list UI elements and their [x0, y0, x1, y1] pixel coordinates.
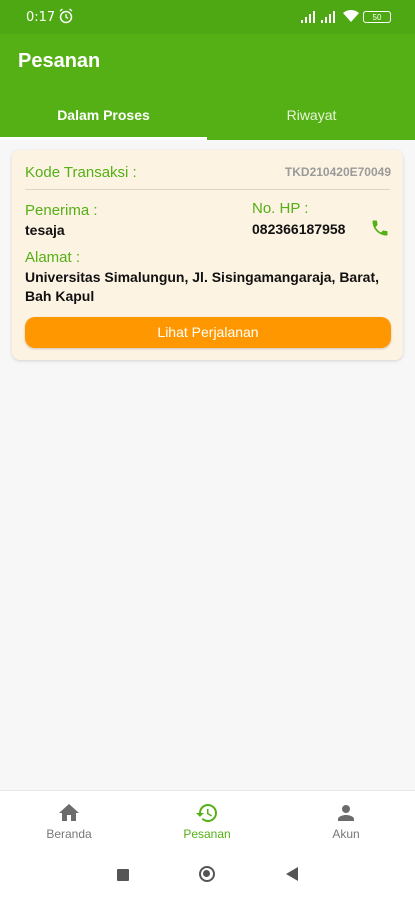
battery-icon: 50	[363, 11, 391, 23]
tab-bar: Dalam Proses Riwayat	[0, 98, 415, 140]
transaction-code-value: TKD210420E70049	[284, 165, 391, 179]
divider	[25, 189, 390, 190]
phone-label: No. HP :	[252, 200, 309, 217]
nav-item-beranda[interactable]: Beranda	[0, 791, 138, 853]
page-title: Pesanan	[18, 50, 101, 72]
transaction-code-label: Kode Transaksi :	[25, 164, 137, 181]
signal-icon	[321, 11, 335, 23]
phone-icon[interactable]	[370, 218, 390, 238]
app-bar: Pesanan Dalam Proses Riwayat	[0, 34, 415, 140]
view-trip-button[interactable]: Lihat Perjalanan	[25, 317, 391, 348]
status-bar: 0:17 50	[0, 0, 415, 34]
recipient-value: tesaja	[25, 222, 65, 238]
nav-label: Beranda	[46, 827, 92, 841]
system-navigation-bar	[0, 852, 415, 900]
phone-value: 082366187958	[252, 221, 346, 237]
signal-icon	[301, 11, 315, 23]
nav-label: Akun	[332, 827, 360, 841]
home-icon	[59, 804, 79, 821]
nav-item-pesanan[interactable]: Pesanan	[138, 791, 276, 853]
tab-dalam-proses[interactable]: Dalam Proses	[0, 98, 207, 140]
home-button[interactable]	[199, 866, 215, 882]
nav-item-akun[interactable]: Akun	[277, 791, 415, 853]
nav-label: Pesanan	[183, 827, 231, 841]
tab-indicator	[0, 137, 207, 140]
alarm-icon	[59, 8, 73, 24]
address-label: Alamat :	[25, 249, 81, 266]
recipient-label: Penerima :	[25, 202, 98, 219]
history-icon	[196, 804, 217, 822]
person-icon	[338, 805, 354, 821]
address-value: Universitas Simalungun, Jl. Sisingamanga…	[25, 269, 380, 304]
tab-riwayat[interactable]: Riwayat	[208, 98, 415, 140]
status-time: 0:17	[26, 10, 56, 25]
recents-button[interactable]	[117, 869, 129, 881]
bottom-navigation: Beranda Pesanan Akun	[0, 790, 415, 853]
back-button[interactable]	[286, 867, 298, 881]
wifi-icon	[343, 9, 359, 22]
order-card: Kode Transaksi : TKD210420E70049 Penerim…	[12, 150, 403, 360]
